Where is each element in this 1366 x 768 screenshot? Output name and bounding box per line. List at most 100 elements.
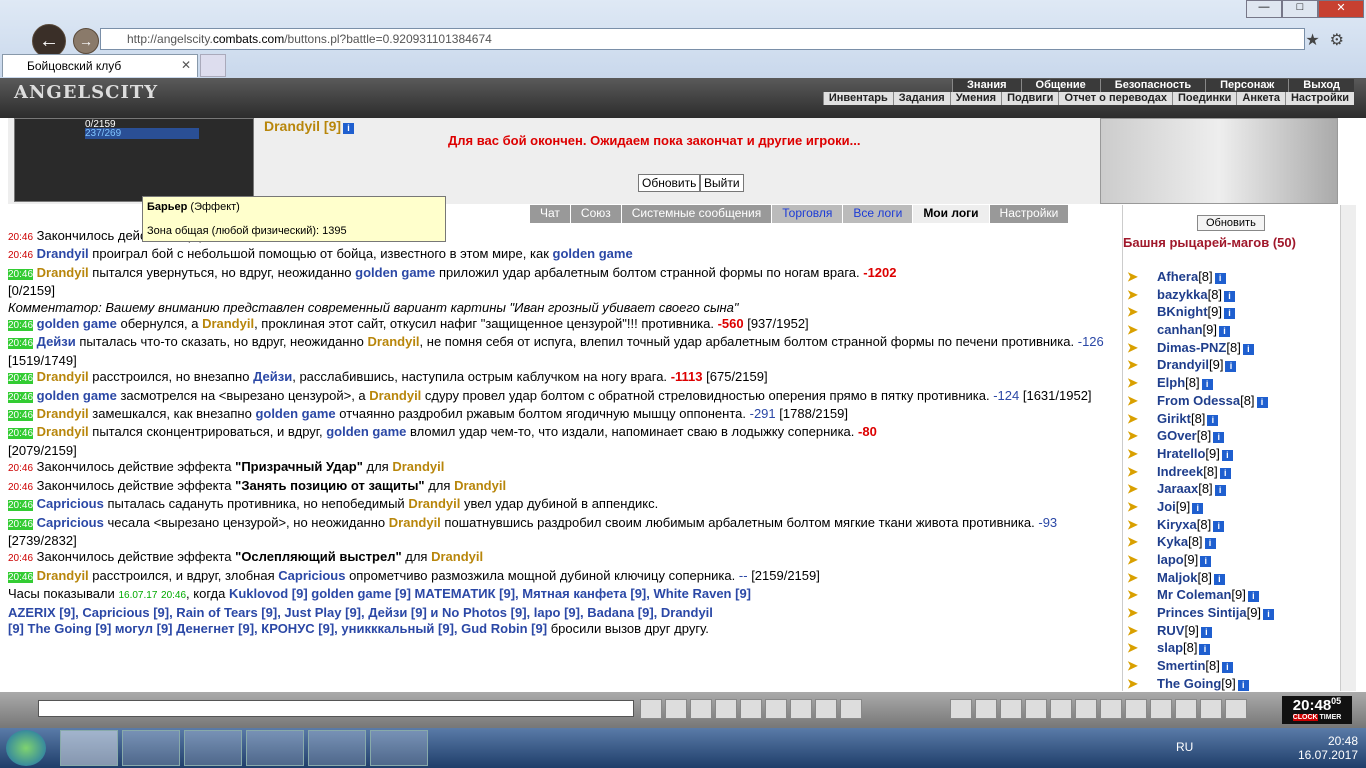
log-player[interactable]: Drandyil [37,424,89,439]
log-player[interactable]: Дейзи [253,369,292,384]
taskbar-app[interactable] [370,730,428,766]
info-icon[interactable]: i [1213,573,1225,585]
exit-battle-button[interactable]: Выйти [700,174,744,192]
inventory-slots[interactable]: 0/2159 237/269 [14,118,254,202]
log-player-list[interactable]: [9] The Going [9] могул [9] Денегнет [9]… [8,621,547,636]
log-player[interactable]: Capricious [37,515,104,530]
player-link[interactable]: Mr Coleman [1157,587,1231,602]
player-link[interactable]: Drandyil [1157,357,1209,372]
list-item[interactable]: ➤ The Going[9] i [1127,676,1337,691]
player-link[interactable]: lapo [1157,552,1184,567]
list-item[interactable]: ➤ Drandyil[9] i [1127,357,1337,375]
player-link[interactable]: Jaraax [1157,481,1198,496]
log-player-list[interactable]: Kuklovod [9] golden game [9] МАТЕМАТИК [… [229,586,751,601]
log-player[interactable]: Capricious [37,496,104,511]
player-link[interactable]: Smertin [1157,658,1205,673]
list-item[interactable]: ➤ lapo[9] i [1127,552,1337,570]
info-icon[interactable]: i [1256,396,1268,408]
log-player[interactable]: Drandyil [202,316,254,331]
log-player[interactable]: Drandyil [392,459,444,474]
info-icon[interactable]: i [1224,290,1236,302]
taskbar-app[interactable] [246,730,304,766]
submenu-inventory[interactable]: Инвентарь [822,92,893,105]
player-link[interactable]: Kiryxa [1157,517,1197,532]
refresh-button[interactable]: Обновить [638,174,701,192]
minimize-button[interactable]: — [1246,0,1282,18]
info-icon[interactable]: i [1214,273,1226,284]
log-player[interactable]: Drandyil [37,265,89,280]
player-link[interactable]: Elph [1157,375,1185,390]
list-item[interactable]: ➤ BKnight[9] i [1127,304,1337,322]
player-link[interactable]: Kyka [1157,534,1188,549]
language-indicator[interactable]: RU [1176,740,1193,754]
list-item[interactable]: ➤ bazykka[8] i [1127,287,1337,305]
tab-system[interactable]: Системные сообщения [621,205,773,223]
info-icon[interactable]: i [1207,414,1219,426]
taskbar-app[interactable] [308,730,366,766]
info-icon[interactable]: i [1224,308,1236,320]
action-buttons[interactable] [950,699,1250,719]
info-icon[interactable]: i [1199,644,1211,656]
info-icon[interactable]: i [1242,343,1254,355]
log-player-list[interactable]: AZERIX [9], Capricious [9], Rain of Tear… [8,605,1120,621]
tab-my-logs[interactable]: Мои логи [913,205,990,223]
log-player[interactable]: Дейзи [37,334,76,349]
list-item[interactable]: ➤ Girikt[8] i [1127,411,1337,429]
log-player[interactable]: Drandyil [454,478,506,493]
list-item[interactable]: ➤ Smertin[8] i [1127,658,1337,676]
menu-communication[interactable]: Общение [1020,79,1100,93]
info-icon[interactable]: i [1263,609,1275,621]
system-clock[interactable]: 20:48 16.07.2017 [1298,734,1358,762]
log-player[interactable]: Drandyil [37,406,89,421]
info-icon[interactable]: i [343,123,355,134]
log-player[interactable]: Drandyil [37,568,89,583]
list-item[interactable]: ➤ Hratello[9] i [1127,446,1337,464]
tab-settings[interactable]: Настройки [989,205,1070,223]
submenu-profile[interactable]: Анкета [1236,92,1285,105]
list-item[interactable]: ➤ Princes Sintija[9] i [1127,605,1337,623]
info-icon[interactable]: i [1200,626,1212,638]
list-item[interactable]: ➤ Maljok[8] i [1127,570,1337,588]
start-button[interactable] [6,730,46,766]
player-link[interactable]: Joi [1157,499,1176,514]
log-player[interactable]: Drandyil [368,334,420,349]
submenu-tasks[interactable]: Задания [892,92,950,105]
close-tab-icon[interactable]: ✕ [181,58,191,72]
submenu-transfers[interactable]: Отчет о переводах [1058,92,1172,105]
back-button[interactable]: ← [32,24,66,58]
menu-character[interactable]: Персонаж [1205,79,1289,93]
list-item[interactable]: ➤ Kiryxa[8] i [1127,517,1337,535]
list-item[interactable]: ➤ RUV[9] i [1127,623,1337,641]
log-player[interactable]: Drandyil [369,388,421,403]
player-link[interactable]: RUV [1157,623,1184,638]
tab-chat[interactable]: Чат [530,205,571,223]
player-link[interactable]: bazykka [1157,287,1208,302]
log-player[interactable]: golden game [553,246,633,261]
info-icon[interactable]: i [1201,379,1213,391]
menu-knowledge[interactable]: Знания [952,79,1021,93]
player-link[interactable]: Girikt [1157,411,1191,426]
info-icon[interactable]: i [1221,449,1233,461]
list-item[interactable]: ➤ Dimas-PNZ[8] i [1127,340,1337,358]
info-icon[interactable]: i [1247,591,1259,603]
list-item[interactable]: ➤ Mr Coleman[9] i [1127,587,1337,605]
tab-trade[interactable]: Торговля [772,205,844,223]
info-icon[interactable]: i [1221,662,1233,674]
tab-union[interactable]: Союз [570,205,622,223]
log-player[interactable]: golden game [355,265,435,280]
scrollbar[interactable] [1340,205,1356,691]
list-item[interactable]: ➤ Indreek[8] i [1127,464,1337,482]
player-link[interactable]: Dimas-PNZ [1157,340,1226,355]
log-player[interactable]: Drandyil [431,549,483,564]
list-item[interactable]: ➤ canhan[9] i [1127,322,1337,340]
menu-exit[interactable]: Выход [1288,79,1354,93]
info-icon[interactable]: i [1218,326,1230,338]
refresh-list-button[interactable]: Обновить [1197,215,1265,231]
forward-button[interactable]: → [73,28,99,54]
log-player[interactable]: golden game [255,406,335,421]
chat-tool-buttons[interactable] [640,699,865,719]
menu-security[interactable]: Безопасность [1099,79,1206,93]
list-item[interactable]: ➤ Jaraax[8] i [1127,481,1337,499]
info-icon[interactable]: i [1213,520,1225,532]
info-icon[interactable]: i [1213,432,1225,444]
